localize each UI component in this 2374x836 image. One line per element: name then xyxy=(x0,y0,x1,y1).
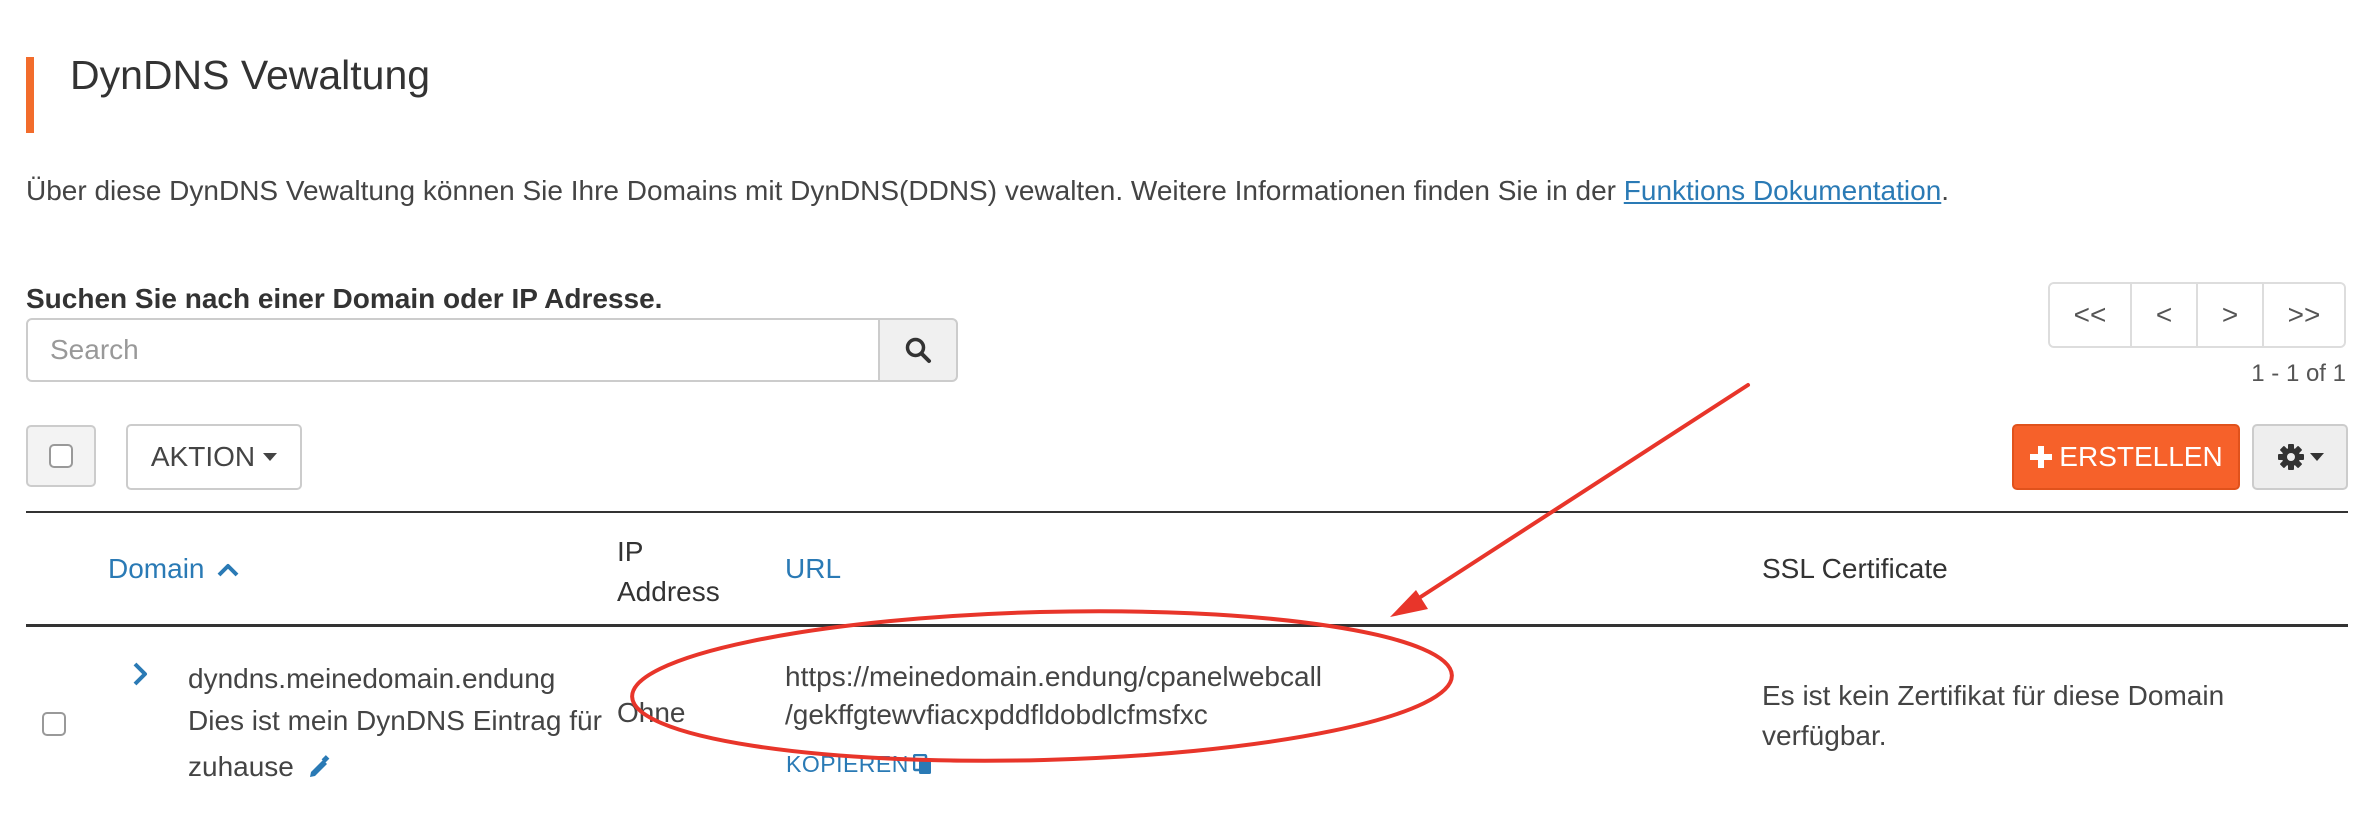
column-header-ip-address: IP Address xyxy=(617,536,720,607)
row-url: https://meinedomain.endung/cpanelwebcall… xyxy=(785,658,1322,734)
row-url-line-2: /gekffgtewvfiacxpddfldobdlcfmsfxc xyxy=(785,699,1208,730)
caret-down-icon xyxy=(263,453,278,461)
pencil-icon[interactable] xyxy=(306,754,332,780)
create-label: ERSTELLEN xyxy=(2059,441,2223,472)
pagination-next-button[interactable]: > xyxy=(2198,284,2264,346)
pagination-first-button[interactable]: << xyxy=(2050,284,2132,346)
column-header-domain-label: Domain xyxy=(108,553,205,584)
column-header-domain[interactable]: Domain xyxy=(108,553,240,585)
row-domain-name: dyndns.meinedomain.endung xyxy=(188,663,556,694)
description-suffix: . xyxy=(1941,175,1950,206)
copy-label: KOPIEREN xyxy=(786,751,909,777)
action-label: AKTION xyxy=(150,441,256,472)
column-header-ssl-certificate: SSL Certificate xyxy=(1762,553,1948,584)
description-text: Über diese DynDNS Vewaltung können Sie I… xyxy=(26,175,1624,206)
gear-icon xyxy=(2278,444,2304,470)
row-checkbox[interactable] xyxy=(42,712,66,736)
row-domain-description: Dies ist mein DynDNS Eintrag für zuhause xyxy=(188,698,608,790)
create-button[interactable]: ERSTELLEN xyxy=(2012,424,2240,490)
search-button[interactable] xyxy=(878,318,958,382)
row-expand-button[interactable] xyxy=(130,660,150,693)
row-description-text: Dies ist mein DynDNS Eintrag für zuhause xyxy=(188,705,602,782)
annotation-arrow-head xyxy=(1390,590,1428,617)
title-accent-bar xyxy=(26,57,34,133)
action-dropdown-button[interactable]: AKTION xyxy=(126,424,302,490)
select-all-checkbox[interactable] xyxy=(26,425,96,487)
chevron-right-icon xyxy=(133,662,147,686)
row-ip-address: Ohne xyxy=(617,697,686,728)
pagination-info: 1 - 1 of 1 xyxy=(2251,360,2346,387)
copy-url-link[interactable]: KOPIEREN xyxy=(786,751,933,778)
pagination-last-button[interactable]: >> xyxy=(2264,284,2344,346)
column-header-url[interactable]: URL xyxy=(785,553,841,585)
search-label: Suchen Sie nach einer Domain oder IP Adr… xyxy=(26,283,663,314)
table-top-border xyxy=(26,511,2348,513)
select-all-checkbox-square xyxy=(49,444,73,468)
row-ssl-certificate: Es ist kein Zertifikat für diese Domain … xyxy=(1762,680,2225,751)
plus-icon xyxy=(2030,446,2053,468)
page-description: Über diese DynDNS Vewaltung können Sie I… xyxy=(26,175,1949,207)
pagination: << < > >> xyxy=(2048,282,2346,348)
page-title: DynDNS Vewaltung xyxy=(70,52,431,98)
chevron-up-icon xyxy=(217,564,239,577)
copy-icon xyxy=(912,753,931,774)
documentation-link[interactable]: Funktions Dokumentation xyxy=(1624,175,1942,206)
search-icon xyxy=(905,337,931,363)
settings-dropdown-button[interactable] xyxy=(2252,424,2348,490)
caret-down-icon xyxy=(2310,453,2324,461)
row-url-line-1: https://meinedomain.endung/cpanelwebcall xyxy=(785,661,1323,692)
search-input[interactable] xyxy=(26,318,880,382)
table-header-border xyxy=(26,624,2348,627)
annotation-arrow-line xyxy=(1400,383,1750,611)
pagination-prev-button[interactable]: < xyxy=(2132,284,2198,346)
